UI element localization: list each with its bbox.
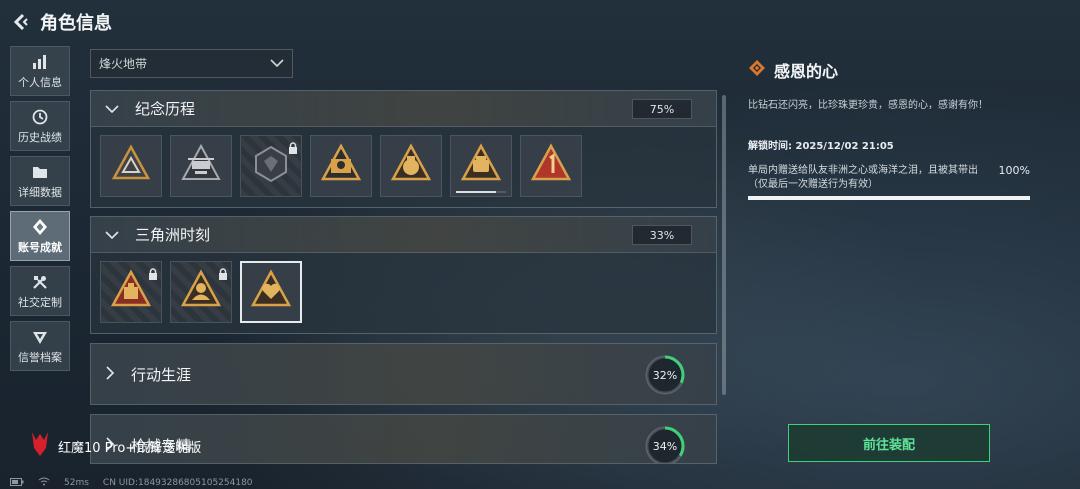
category-header[interactable]: 纪念历程 75% xyxy=(91,91,716,127)
shield-crest-badge-icon xyxy=(251,144,291,188)
sidebar-item-detailed-data[interactable]: 详细数据 xyxy=(10,156,70,206)
shield-icon xyxy=(31,328,49,346)
diamond-icon xyxy=(748,59,766,81)
category-percent: 32% xyxy=(652,368,678,382)
device-watermark: 红魔10 Pro+氘锋透明版 xyxy=(28,430,201,462)
number-one-badge-icon xyxy=(530,143,572,189)
watermark-text: 红魔10 Pro+氘锋透明版 xyxy=(58,440,202,456)
sidebar-item-social[interactable]: 社交定制 xyxy=(10,266,70,316)
achievement-badge[interactable] xyxy=(450,135,512,197)
map-pin-badge-icon xyxy=(320,143,362,189)
sidebar-item-label: 账号成就 xyxy=(18,240,62,254)
condition-row: 单局内赠送给队友非洲之心或海洋之泪，且被其带出（仅最后一次赠送行为有效） 100… xyxy=(748,164,1038,192)
game-screen: 角色信息 个人信息 历史战绩 详细数据 账号成就 社交定制 信誉档案 烽火地带 … xyxy=(0,0,1080,489)
achievement-badge[interactable] xyxy=(100,135,162,197)
achievement-badge[interactable] xyxy=(380,135,442,197)
chevron-down-icon xyxy=(105,225,119,244)
heart-gift-badge-icon xyxy=(250,269,292,315)
condition-text: 单局内赠送给队友非洲之心或海洋之泪，且被其带出（仅最后一次赠送行为有效） xyxy=(748,165,978,190)
mode-select-value: 烽火地带 xyxy=(99,57,148,71)
category-operation-career: 行动生涯 32% xyxy=(90,343,717,405)
mode-select[interactable]: 烽火地带 xyxy=(90,49,293,78)
tools-icon xyxy=(31,273,49,291)
ping-text: 52ms xyxy=(64,478,89,488)
badge-grid xyxy=(91,253,716,331)
sidebar-item-label: 个人信息 xyxy=(18,75,62,89)
lock-icon xyxy=(148,265,158,280)
category-commemoration: 纪念历程 75% xyxy=(90,90,717,208)
condition-percent: 100% xyxy=(998,164,1030,177)
battery-icon xyxy=(10,477,24,489)
detail-header: 感恩的心 xyxy=(748,58,1038,82)
bar-chart-icon xyxy=(31,53,49,71)
sidebar-item-label: 详细数据 xyxy=(18,185,62,199)
sidebar: 个人信息 历史战绩 详细数据 账号成就 社交定制 信誉档案 xyxy=(10,46,73,376)
scrollbar[interactable] xyxy=(722,95,726,395)
sidebar-item-label: 信誉档案 xyxy=(18,350,62,364)
category-header[interactable]: 三角洲时刻 33% xyxy=(91,217,716,253)
supply-box-badge-icon xyxy=(110,269,152,315)
helicopter-badge-icon xyxy=(180,143,222,189)
sidebar-item-history[interactable]: 历史战绩 xyxy=(10,101,70,151)
chevron-down-icon xyxy=(105,99,119,118)
badge-progress-bar xyxy=(456,191,506,193)
achievement-badge[interactable] xyxy=(520,135,582,197)
category-header[interactable]: 行动生涯 32% xyxy=(91,344,716,404)
sidebar-item-label: 社交定制 xyxy=(18,295,62,309)
chevron-down-icon xyxy=(270,57,284,71)
badge-grid xyxy=(91,127,716,205)
history-clock-icon xyxy=(31,108,49,126)
condition-progress-fill xyxy=(748,196,1030,200)
lock-icon xyxy=(288,139,298,154)
category-title: 三角洲时刻 xyxy=(135,226,211,244)
detail-title: 感恩的心 xyxy=(774,62,839,81)
uid-text: CN UID:18493286805105254180 xyxy=(102,478,253,488)
sidebar-item-reputation[interactable]: 信誉档案 xyxy=(10,321,70,371)
mountain-triangle-badge-icon xyxy=(111,144,151,188)
header: 角色信息 xyxy=(10,9,112,35)
lock-icon xyxy=(218,265,228,280)
status-footer: 52ms CN UID:18493286805105254180 xyxy=(10,477,253,489)
bag-s6-badge-icon xyxy=(460,143,502,189)
sidebar-item-personal-info[interactable]: 个人信息 xyxy=(10,46,70,96)
condition-progress-bar xyxy=(748,196,1030,200)
unlock-time: 解锁时间: 2025/12/02 21:05 xyxy=(748,141,894,152)
achievement-detail: 感恩的心 比钻石还闪亮，比珍珠更珍贵，感恩的心，感谢有你！ 解锁时间: 2025… xyxy=(748,58,1038,200)
wifi-icon xyxy=(38,477,50,489)
achievement-icon xyxy=(31,218,49,236)
badge-progress-fill xyxy=(456,191,496,193)
detail-description: 比钻石还闪亮，比珍珠更珍贵，感恩的心，感谢有你！ xyxy=(748,100,988,111)
operator-badge-icon xyxy=(180,269,222,315)
go-equip-button[interactable]: 前往装配 xyxy=(788,424,990,462)
category-percent: 34% xyxy=(652,439,678,453)
folder-icon xyxy=(31,163,49,181)
category-title: 纪念历程 xyxy=(135,100,196,118)
red-magic-logo-icon xyxy=(28,430,52,462)
money-bag-badge-icon xyxy=(390,143,432,189)
sidebar-item-label: 历史战绩 xyxy=(18,130,62,144)
chevron-left-icon[interactable] xyxy=(10,12,30,32)
category-title: 行动生涯 xyxy=(131,365,192,384)
achievement-badge-locked[interactable] xyxy=(100,261,162,323)
achievement-badge[interactable] xyxy=(170,135,232,197)
category-percent: 75% xyxy=(632,99,692,119)
achievement-badge[interactable] xyxy=(310,135,372,197)
sidebar-item-achievements[interactable]: 账号成就 xyxy=(10,211,70,261)
achievement-badge-locked[interactable] xyxy=(240,135,302,197)
chevron-right-icon xyxy=(105,365,115,384)
category-delta-moments: 三角洲时刻 33% xyxy=(90,216,717,334)
achievement-badge-locked[interactable] xyxy=(170,261,232,323)
page-title: 角色信息 xyxy=(40,13,112,34)
achievement-badge-selected[interactable] xyxy=(240,261,302,323)
category-percent: 33% xyxy=(632,225,692,245)
